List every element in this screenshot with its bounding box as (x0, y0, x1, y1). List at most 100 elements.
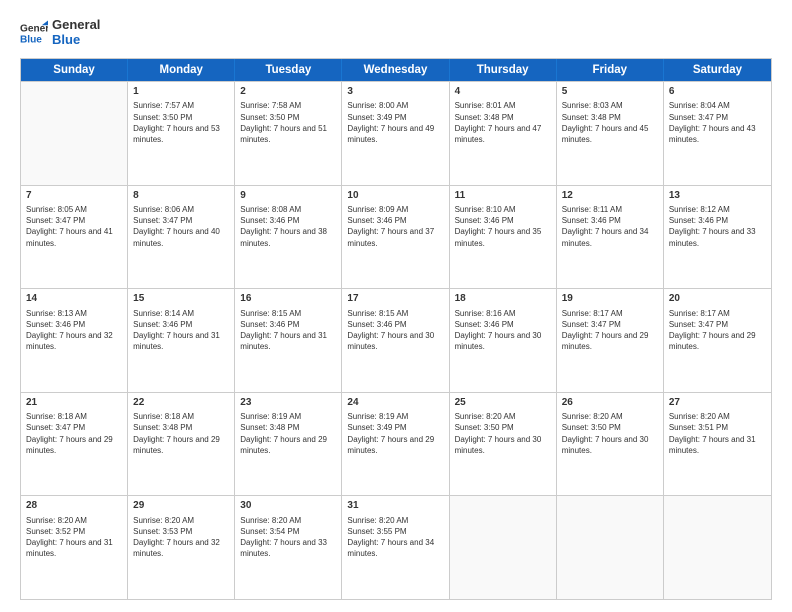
calendar-week: 28 Sunrise: 8:20 AMSunset: 3:52 PMDayligh… (21, 495, 771, 599)
cell-info: Sunrise: 8:17 AMSunset: 3:47 PMDaylight:… (669, 308, 766, 353)
header-day: Saturday (664, 59, 771, 81)
calendar-cell: 10Sunrise: 8:09 AMSunset: 3:46 PMDayligh… (342, 186, 449, 289)
calendar-cell (21, 82, 128, 185)
cell-info: Sunrise: 8:00 AMSunset: 3:49 PMDaylight:… (347, 100, 443, 145)
header-day: Monday (128, 59, 235, 81)
header-day: Sunday (21, 59, 128, 81)
calendar-cell: 8Sunrise: 8:06 AMSunset: 3:47 PMDaylight… (128, 186, 235, 289)
calendar-cell: 31 Sunrise: 8:20 AMSunset: 3:55 PMDayligh… (342, 496, 449, 599)
page: General Blue General Blue SundayMondayTu… (0, 0, 792, 612)
calendar-cell: 25Sunrise: 8:20 AMSunset: 3:50 PMDayligh… (450, 393, 557, 496)
day-number: 14 (26, 292, 122, 306)
calendar-cell: 26Sunrise: 8:20 AMSunset: 3:50 PMDayligh… (557, 393, 664, 496)
day-number: 7 (26, 189, 122, 203)
calendar-cell: 3Sunrise: 8:00 AMSunset: 3:49 PMDaylight… (342, 82, 449, 185)
calendar-cell (450, 496, 557, 599)
calendar-cell: 24Sunrise: 8:19 AMSunset: 3:49 PMDayligh… (342, 393, 449, 496)
day-number: 16 (240, 292, 336, 306)
day-number: 22 (133, 396, 229, 410)
day-number: 13 (669, 189, 766, 203)
header: General Blue General Blue (20, 18, 772, 48)
cell-info: Sunrise: 8:10 AMSunset: 3:46 PMDaylight:… (455, 204, 551, 249)
cell-info: Sunrise: 8:18 AMSunset: 3:48 PMDaylight:… (133, 411, 229, 456)
calendar-cell: 15 Sunrise: 8:14 AMSunset: 3:46 PMDayligh… (128, 289, 235, 392)
cell-info: Sunrise: 8:06 AMSunset: 3:47 PMDaylight:… (133, 204, 229, 249)
cell-info: Sunrise: 8:19 AMSunset: 3:49 PMDaylight:… (347, 411, 443, 456)
calendar-cell: 28 Sunrise: 8:20 AMSunset: 3:52 PMDayligh… (21, 496, 128, 599)
calendar-cell (664, 496, 771, 599)
cell-info: Sunrise: 8:17 AMSunset: 3:47 PMDaylight:… (562, 308, 658, 353)
calendar-cell: 12Sunrise: 8:11 AMSunset: 3:46 PMDayligh… (557, 186, 664, 289)
cell-info: Sunrise: 8:18 AMSunset: 3:47 PMDaylight:… (26, 411, 122, 456)
day-number: 4 (455, 85, 551, 99)
calendar-cell: 14 Sunrise: 8:13 AMSunset: 3:46 PMDayligh… (21, 289, 128, 392)
cell-info: Sunrise: 8:01 AMSunset: 3:48 PMDaylight:… (455, 100, 551, 145)
logo-icon: General Blue (20, 19, 48, 47)
day-number: 29 (133, 499, 229, 513)
logo-blue: Blue (52, 33, 100, 48)
calendar-cell (557, 496, 664, 599)
cell-info: Sunrise: 8:20 AMSunset: 3:51 PMDaylight:… (669, 411, 766, 456)
day-number: 26 (562, 396, 658, 410)
cell-info: Sunrise: 8:20 AMSunset: 3:52 PMDaylight:… (26, 515, 122, 560)
day-number: 2 (240, 85, 336, 99)
day-number: 3 (347, 85, 443, 99)
cell-info: Sunrise: 8:20 AMSunset: 3:54 PMDaylight:… (240, 515, 336, 560)
day-number: 12 (562, 189, 658, 203)
cell-info: Sunrise: 8:03 AMSunset: 3:48 PMDaylight:… (562, 100, 658, 145)
cell-info: Sunrise: 7:58 AMSunset: 3:50 PMDaylight:… (240, 100, 336, 145)
cell-info: Sunrise: 8:12 AMSunset: 3:46 PMDaylight:… (669, 204, 766, 249)
calendar-week: 1Sunrise: 7:57 AMSunset: 3:50 PMDaylight… (21, 81, 771, 185)
calendar-cell: 21Sunrise: 8:18 AMSunset: 3:47 PMDayligh… (21, 393, 128, 496)
calendar-week: 7Sunrise: 8:05 AMSunset: 3:47 PMDaylight… (21, 185, 771, 289)
cell-info: Sunrise: 8:09 AMSunset: 3:46 PMDaylight:… (347, 204, 443, 249)
cell-info: Sunrise: 7:57 AMSunset: 3:50 PMDaylight:… (133, 100, 229, 145)
calendar-cell: 29 Sunrise: 8:20 AMSunset: 3:53 PMDayligh… (128, 496, 235, 599)
cell-info: Sunrise: 8:20 AMSunset: 3:55 PMDaylight:… (347, 515, 443, 560)
day-number: 15 (133, 292, 229, 306)
cell-info: Sunrise: 8:15 AMSunset: 3:46 PMDaylight:… (347, 308, 443, 353)
logo-general: General (52, 18, 100, 33)
calendar-cell: 5Sunrise: 8:03 AMSunset: 3:48 PMDaylight… (557, 82, 664, 185)
calendar-week: 14 Sunrise: 8:13 AMSunset: 3:46 PMDayligh… (21, 288, 771, 392)
calendar-cell: 19 Sunrise: 8:17 AMSunset: 3:47 PMDayligh… (557, 289, 664, 392)
calendar-cell: 7Sunrise: 8:05 AMSunset: 3:47 PMDaylight… (21, 186, 128, 289)
day-number: 27 (669, 396, 766, 410)
header-day: Thursday (450, 59, 557, 81)
day-number: 31 (347, 499, 443, 513)
day-number: 18 (455, 292, 551, 306)
day-number: 5 (562, 85, 658, 99)
cell-info: Sunrise: 8:11 AMSunset: 3:46 PMDaylight:… (562, 204, 658, 249)
calendar-week: 21Sunrise: 8:18 AMSunset: 3:47 PMDayligh… (21, 392, 771, 496)
header-day: Friday (557, 59, 664, 81)
calendar-header: SundayMondayTuesdayWednesdayThursdayFrid… (21, 59, 771, 81)
cell-info: Sunrise: 8:20 AMSunset: 3:50 PMDaylight:… (562, 411, 658, 456)
calendar-cell: 16 Sunrise: 8:15 AMSunset: 3:46 PMDayligh… (235, 289, 342, 392)
day-number: 20 (669, 292, 766, 306)
day-number: 28 (26, 499, 122, 513)
day-number: 6 (669, 85, 766, 99)
calendar-cell: 13Sunrise: 8:12 AMSunset: 3:46 PMDayligh… (664, 186, 771, 289)
day-number: 30 (240, 499, 336, 513)
cell-info: Sunrise: 8:20 AMSunset: 3:50 PMDaylight:… (455, 411, 551, 456)
calendar-cell: 20 Sunrise: 8:17 AMSunset: 3:47 PMDayligh… (664, 289, 771, 392)
calendar: SundayMondayTuesdayWednesdayThursdayFrid… (20, 58, 772, 600)
day-number: 19 (562, 292, 658, 306)
day-number: 17 (347, 292, 443, 306)
cell-info: Sunrise: 8:15 AMSunset: 3:46 PMDaylight:… (240, 308, 336, 353)
cell-info: Sunrise: 8:14 AMSunset: 3:46 PMDaylight:… (133, 308, 229, 353)
calendar-cell: 6Sunrise: 8:04 AMSunset: 3:47 PMDaylight… (664, 82, 771, 185)
header-day: Tuesday (235, 59, 342, 81)
calendar-cell: 30 Sunrise: 8:20 AMSunset: 3:54 PMDayligh… (235, 496, 342, 599)
cell-info: Sunrise: 8:13 AMSunset: 3:46 PMDaylight:… (26, 308, 122, 353)
calendar-cell: 27Sunrise: 8:20 AMSunset: 3:51 PMDayligh… (664, 393, 771, 496)
calendar-cell: 2Sunrise: 7:58 AMSunset: 3:50 PMDaylight… (235, 82, 342, 185)
day-number: 24 (347, 396, 443, 410)
logo: General Blue General Blue (20, 18, 100, 48)
calendar-body: 1Sunrise: 7:57 AMSunset: 3:50 PMDaylight… (21, 81, 771, 599)
calendar-cell: 9Sunrise: 8:08 AMSunset: 3:46 PMDaylight… (235, 186, 342, 289)
cell-info: Sunrise: 8:19 AMSunset: 3:48 PMDaylight:… (240, 411, 336, 456)
cell-info: Sunrise: 8:20 AMSunset: 3:53 PMDaylight:… (133, 515, 229, 560)
day-number: 11 (455, 189, 551, 203)
cell-info: Sunrise: 8:04 AMSunset: 3:47 PMDaylight:… (669, 100, 766, 145)
